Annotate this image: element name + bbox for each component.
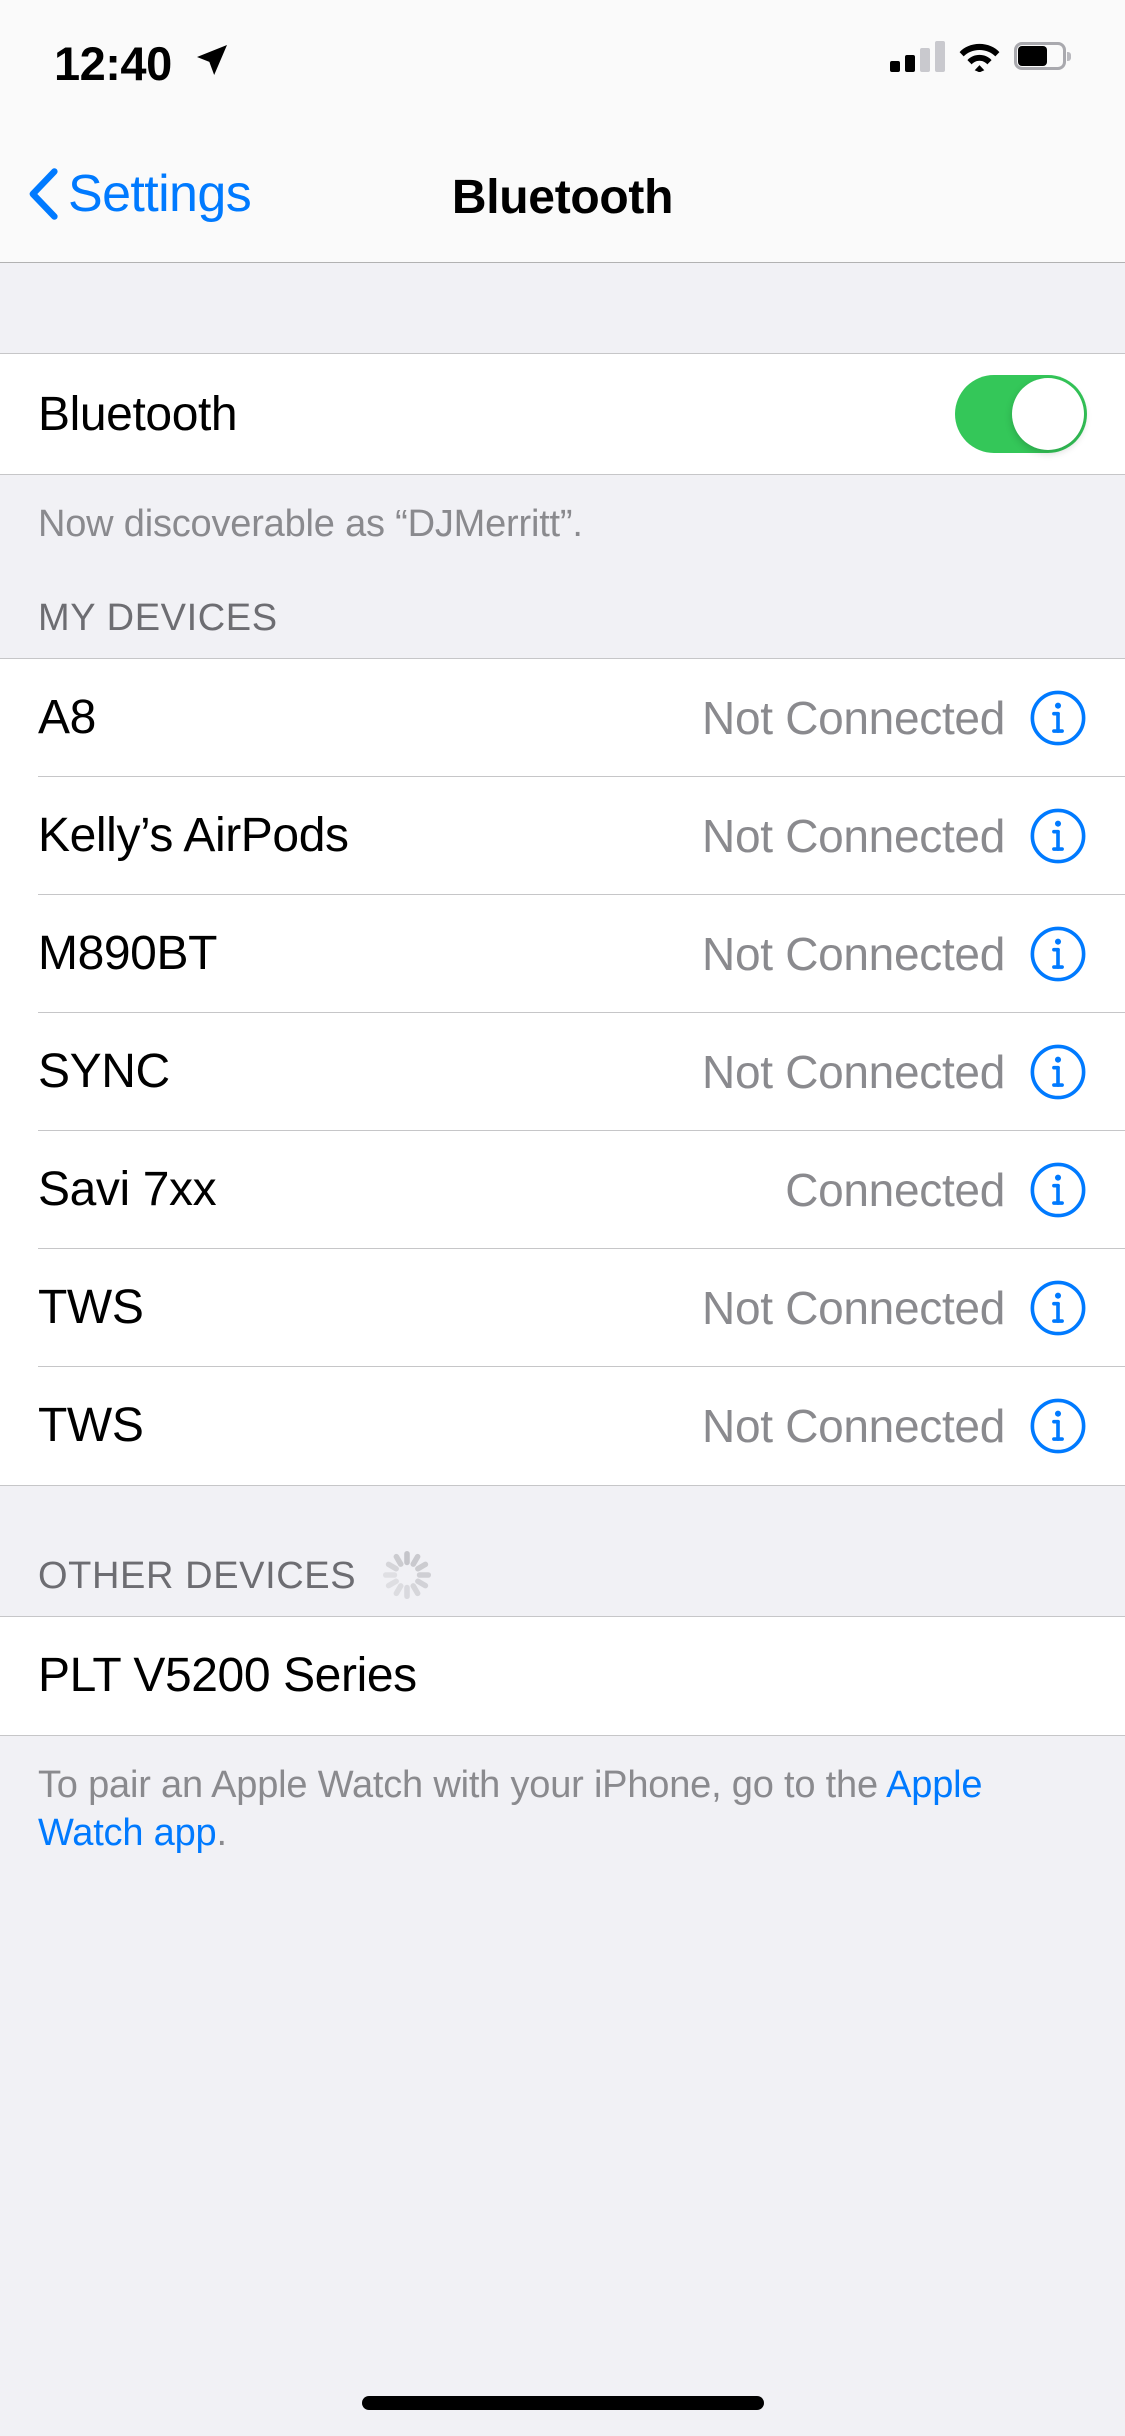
- activity-spinner-icon: [383, 1550, 432, 1599]
- discoverable-note: Now discoverable as “DJMerritt”.: [0, 475, 1125, 553]
- table-row[interactable]: TWS Not Connected: [0, 1366, 1125, 1485]
- device-status: Not Connected: [702, 927, 1005, 980]
- bluetooth-toggle-row[interactable]: Bluetooth: [0, 354, 1125, 474]
- page-title: Bluetooth: [451, 171, 674, 224]
- status-bar-time: 12:40: [54, 37, 172, 90]
- info-circle-icon[interactable]: [1029, 1161, 1087, 1219]
- bluetooth-toggle-label: Bluetooth: [38, 387, 238, 441]
- top-spacer: [0, 263, 1125, 353]
- device-name: TWS: [38, 1281, 144, 1335]
- footer-text-before: To pair an Apple Watch with your iPhone,…: [38, 1763, 887, 1806]
- status-bar: 12:40: [0, 0, 1125, 132]
- device-name: M890BT: [38, 927, 218, 981]
- info-circle-icon[interactable]: [1029, 1397, 1087, 1455]
- table-row[interactable]: Kelly’s AirPods Not Connected: [0, 776, 1125, 895]
- status-bar-indicators: [890, 40, 1071, 72]
- cellular-signal-icon: [890, 40, 945, 72]
- home-indicator[interactable]: [361, 2396, 764, 2410]
- device-status: Not Connected: [702, 809, 1005, 862]
- table-row[interactable]: SYNC Not Connected: [0, 1012, 1125, 1131]
- navigation-bar: Settings Bluetooth: [0, 132, 1125, 263]
- bluetooth-toggle-group: Bluetooth: [0, 353, 1125, 475]
- device-name: Kelly’s AirPods: [38, 809, 349, 863]
- bluetooth-toggle-switch[interactable]: [955, 375, 1087, 453]
- info-circle-icon[interactable]: [1029, 1043, 1087, 1101]
- settings-content: Bluetooth Now discoverable as “DJMerritt…: [0, 263, 1125, 1868]
- device-status: Not Connected: [702, 1281, 1005, 1334]
- table-row[interactable]: A8 Not Connected: [0, 658, 1125, 777]
- info-circle-icon[interactable]: [1029, 689, 1087, 747]
- table-row[interactable]: Savi 7xx Connected: [0, 1130, 1125, 1249]
- other-devices-list: PLT V5200 Series: [0, 1615, 1125, 1736]
- toggle-knob: [1012, 378, 1084, 450]
- other-devices-spacer: [0, 1485, 1125, 1546]
- info-circle-icon[interactable]: [1029, 1279, 1087, 1337]
- device-status: Not Connected: [702, 1399, 1005, 1452]
- device-name: A8: [38, 691, 96, 745]
- table-row[interactable]: M890BT Not Connected: [0, 894, 1125, 1013]
- table-row[interactable]: TWS Not Connected: [0, 1248, 1125, 1367]
- device-status: Not Connected: [702, 691, 1005, 744]
- wifi-icon: [959, 43, 1000, 72]
- device-name: TWS: [38, 1399, 144, 1453]
- other-devices-header-label: OTHER DEVICES: [38, 1554, 357, 1597]
- battery-icon: [1014, 42, 1071, 70]
- iphone-screen: 12:40 Settings Bluetooth Bluetooth Now d…: [0, 0, 1125, 2436]
- location-arrow-icon: [197, 45, 227, 75]
- device-name: PLT V5200 Series: [38, 1649, 417, 1703]
- info-circle-icon[interactable]: [1029, 925, 1087, 983]
- other-devices-header: OTHER DEVICES: [0, 1545, 1125, 1616]
- footer-text-after: .: [216, 1811, 227, 1854]
- device-name: SYNC: [38, 1045, 170, 1099]
- my-devices-header: MY DEVICES: [0, 552, 1125, 658]
- device-name: Savi 7xx: [38, 1163, 217, 1217]
- device-status: Connected: [785, 1163, 1005, 1216]
- my-devices-list: A8 Not Connected Kelly’s AirPods Not Con…: [0, 657, 1125, 1486]
- info-circle-icon[interactable]: [1029, 807, 1087, 865]
- device-status: Not Connected: [702, 1045, 1005, 1098]
- table-row[interactable]: PLT V5200 Series: [0, 1616, 1125, 1735]
- apple-watch-footer: To pair an Apple Watch with your iPhone,…: [0, 1735, 1125, 1868]
- my-devices-header-label: MY DEVICES: [38, 596, 278, 639]
